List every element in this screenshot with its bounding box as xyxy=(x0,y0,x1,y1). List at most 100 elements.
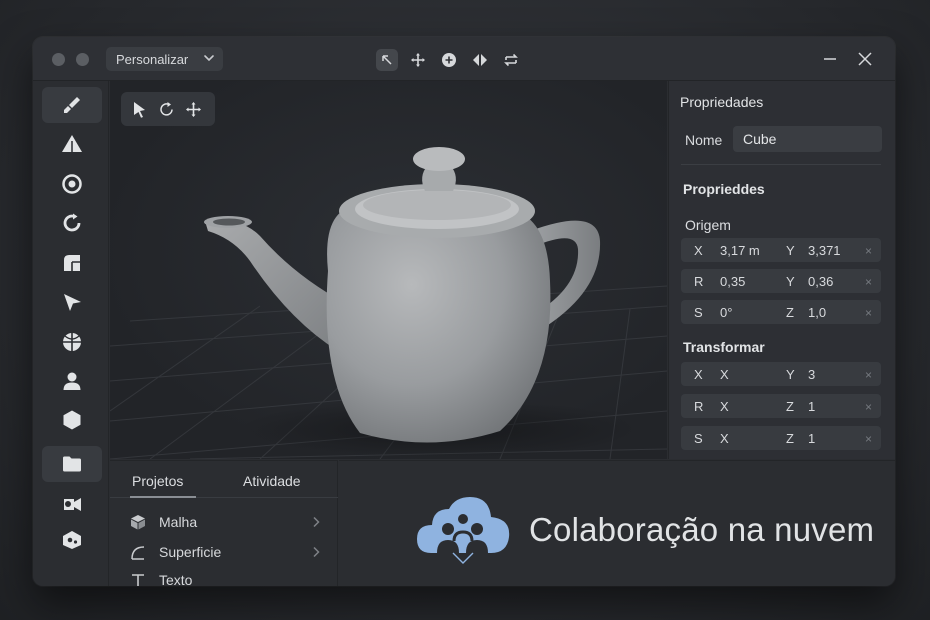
refresh-circle-icon xyxy=(63,213,81,232)
rail-item-camera[interactable] xyxy=(42,486,102,522)
cloud-collab-title: Colaboração na nuvem xyxy=(529,511,875,548)
viewport-toolbar xyxy=(121,92,215,126)
field-key: X xyxy=(694,367,703,382)
clear-icon[interactable]: × xyxy=(865,306,872,320)
name-field[interactable]: Cube xyxy=(733,126,882,152)
tab-projetos[interactable]: Projetos xyxy=(132,473,183,489)
move-icon xyxy=(411,53,425,67)
move-icon[interactable] xyxy=(185,101,202,118)
field-key: R xyxy=(694,399,704,414)
rail-item-cube-settings[interactable] xyxy=(42,522,102,558)
triangle-icon xyxy=(62,135,82,152)
origin-row[interactable]: S 0° Z 1,0 × xyxy=(681,300,881,324)
tab-atividade[interactable]: Atividade xyxy=(243,473,301,489)
rail-item-sphere[interactable] xyxy=(42,324,102,360)
field-value[interactable]: 0,36 xyxy=(808,274,833,289)
clear-icon[interactable]: × xyxy=(865,244,872,258)
clear-icon[interactable]: × xyxy=(865,400,872,414)
field-key: Z xyxy=(786,431,794,446)
field-key: R xyxy=(694,274,704,289)
active-tab-indicator xyxy=(130,496,196,498)
arrow-expand-icon xyxy=(382,55,392,65)
origin-row[interactable]: X 3,17 m Y 3,371 × xyxy=(681,238,881,262)
rail-item-refresh[interactable] xyxy=(42,205,102,241)
rail-item-triangle[interactable] xyxy=(42,126,102,162)
cube-corner-icon xyxy=(64,255,80,271)
field-value[interactable]: 1 xyxy=(808,399,815,414)
field-value[interactable]: 0,35 xyxy=(720,274,745,289)
field-value[interactable]: 0° xyxy=(720,305,732,320)
rail-item-hexagon[interactable] xyxy=(42,402,102,438)
move-tool-button[interactable] xyxy=(407,49,429,71)
rail-item-cursor[interactable] xyxy=(42,284,102,320)
flip-icon xyxy=(473,54,487,66)
cloud-collab-icon xyxy=(417,497,510,565)
field-key: S xyxy=(694,305,703,320)
transform-row[interactable]: X X Y 3 × xyxy=(681,362,881,386)
rotate-icon[interactable] xyxy=(158,101,175,118)
ring-icon xyxy=(62,174,82,194)
origin-row[interactable]: R 0,35 Y 0,36 × xyxy=(681,269,881,293)
clear-icon[interactable]: × xyxy=(865,275,872,289)
minimize-icon xyxy=(824,58,836,60)
field-value[interactable]: 1,0 xyxy=(808,305,826,320)
window-dot-minimize[interactable] xyxy=(76,53,89,66)
list-item-label: Malha xyxy=(159,514,198,530)
workspace-preset-dropdown[interactable]: Personalizar xyxy=(106,47,223,71)
add-tool-button[interactable] xyxy=(438,49,460,71)
field-key: X xyxy=(694,243,703,258)
swap-tool-button[interactable] xyxy=(500,49,522,71)
rail-item-user[interactable] xyxy=(42,363,102,399)
transform-row[interactable]: S X Z 1 × xyxy=(681,426,881,450)
close-button[interactable] xyxy=(855,49,875,69)
tool-rail xyxy=(33,81,109,586)
field-value[interactable]: 3 xyxy=(808,367,815,382)
list-item-texto[interactable]: Texto xyxy=(130,570,330,586)
field-value[interactable]: 3,371 xyxy=(808,243,841,258)
field-value[interactable]: X xyxy=(720,431,729,446)
field-key: S xyxy=(694,431,703,446)
rail-item-ring[interactable] xyxy=(42,166,102,202)
cube-settings-icon xyxy=(63,531,81,549)
workspace-preset-label: Personalizar xyxy=(116,51,189,67)
field-key: Y xyxy=(786,243,795,258)
rail-item-folder[interactable] xyxy=(42,446,102,482)
field-value[interactable]: X xyxy=(720,399,729,414)
close-icon xyxy=(858,52,872,66)
swap-icon xyxy=(504,53,518,67)
minimize-button[interactable] xyxy=(820,49,840,69)
field-value[interactable]: 1 xyxy=(808,431,815,446)
hexagon-icon xyxy=(63,410,81,430)
3d-viewport[interactable] xyxy=(110,81,667,459)
list-item-superficie[interactable]: Superficie xyxy=(130,542,330,564)
chevron-right-icon xyxy=(313,546,320,558)
toolbar-tools xyxy=(376,49,522,71)
field-value[interactable]: X xyxy=(720,367,729,382)
origin-title: Origem xyxy=(685,217,731,233)
curve-icon xyxy=(131,546,145,560)
flip-tool-button[interactable] xyxy=(469,49,491,71)
list-item-label: Superficie xyxy=(159,544,222,560)
expand-tool-button[interactable] xyxy=(376,49,398,71)
field-key: Z xyxy=(786,399,794,414)
rail-item-cube-corner[interactable] xyxy=(42,245,102,281)
transform-row[interactable]: R X Z 1 × xyxy=(681,394,881,418)
viewport-scene xyxy=(110,147,667,459)
chevron-right-icon xyxy=(313,516,320,528)
name-label: Nome xyxy=(685,132,723,148)
clear-icon[interactable]: × xyxy=(865,432,872,446)
pointer-icon[interactable] xyxy=(131,101,148,118)
field-key: Z xyxy=(786,305,794,320)
app-window: Personalizar Propriedades Nome Cube Prop… xyxy=(33,37,895,586)
field-value[interactable]: 3,17 m xyxy=(720,243,760,258)
title-bar: Personalizar xyxy=(33,37,895,81)
rail-item-brush[interactable] xyxy=(42,87,102,123)
panel-title: Propriedades xyxy=(680,94,764,110)
divider xyxy=(681,164,881,165)
clear-icon[interactable]: × xyxy=(865,368,872,382)
section-title: Proprieddes xyxy=(683,181,765,197)
transform-title: Transformar xyxy=(683,339,765,355)
list-item-malha[interactable]: Malha xyxy=(130,512,330,534)
camera-icon xyxy=(64,498,81,511)
window-dot-close[interactable] xyxy=(52,53,65,66)
